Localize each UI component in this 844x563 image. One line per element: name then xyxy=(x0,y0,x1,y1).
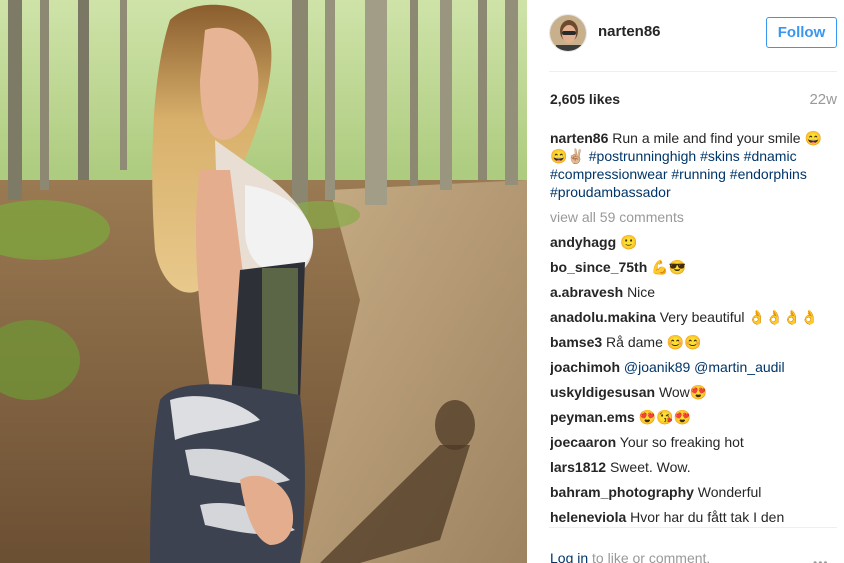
hashtag-link[interactable]: #proudambassador xyxy=(550,184,671,200)
comment-username[interactable]: a.abravesh xyxy=(550,284,623,300)
comment-text: Nice xyxy=(627,284,656,300)
comment-username[interactable]: joecaaron xyxy=(550,434,616,450)
caption-username[interactable]: narten86 xyxy=(550,130,608,146)
comment-item: joachimoh @joanik89 @martin_audil xyxy=(550,358,835,383)
comment-item: anadolu.makina Very beautiful 👌👌👌👌 xyxy=(550,308,835,333)
login-prompt-text: to like or comment. xyxy=(592,550,711,563)
comment-text: 🙂 xyxy=(620,234,638,250)
comment-mention-link[interactable]: @joanik89 xyxy=(624,359,690,375)
comment-item: joecaaron Your so freaking hot xyxy=(550,433,835,458)
post-sidebar: narten86 Follow 2,605 likes 22w narten86… xyxy=(527,0,844,563)
comment-username[interactable]: uskyldigesusan xyxy=(550,384,655,400)
view-all-comments-link[interactable]: view all 59 comments xyxy=(550,209,684,225)
comment-item: bamse3 Rå dame 😊😊 xyxy=(550,333,835,358)
comment-username[interactable]: lars1812 xyxy=(550,459,606,475)
comment-text: Hvor har du fått tak I den xyxy=(630,509,785,525)
comment-username[interactable]: bo_since_75th xyxy=(550,259,647,275)
footer-divider xyxy=(549,527,837,528)
post-header: narten86 Follow xyxy=(549,14,837,52)
comment-item: lars1812 Sweet. Wow. xyxy=(550,458,835,483)
comment-item: uskyldigesusan Wow😍 xyxy=(550,383,835,408)
comment-text: Very beautiful 👌👌👌👌 xyxy=(659,309,819,325)
comment-list[interactable]: andyhagg 🙂 bo_since_75th 💪😎 a.abravesh N… xyxy=(550,233,835,525)
comment-username[interactable]: andyhagg xyxy=(550,234,616,250)
post-photo[interactable] xyxy=(0,0,527,563)
more-options-icon[interactable]: ••• xyxy=(813,556,829,563)
comment-text: Rå dame 😊😊 xyxy=(606,334,702,350)
hashtag-link[interactable]: #compressionwear xyxy=(550,166,668,182)
comment-item: peyman.ems 😍😘😍 xyxy=(550,408,835,433)
comment-text: Wonderful xyxy=(697,484,762,500)
comment-item: andyhagg 🙂 xyxy=(550,233,835,258)
comment-item: heleneviola Hvor har du fått tak I den xyxy=(550,508,835,525)
post-author-username[interactable]: narten86 xyxy=(598,23,661,40)
comment-item: a.abravesh Nice xyxy=(550,283,835,308)
comment-username[interactable]: peyman.ems xyxy=(550,409,635,425)
login-link[interactable]: Log in xyxy=(550,550,588,563)
login-prompt: Log in to like or comment. xyxy=(550,550,710,563)
hashtag-link[interactable]: #dnamic xyxy=(744,148,797,164)
hashtag-link[interactable]: #postrunninghigh xyxy=(589,148,696,164)
hashtag-link[interactable]: #skins xyxy=(700,148,740,164)
comment-username[interactable]: bahram_photography xyxy=(550,484,694,500)
post-caption: narten86 Run a mile and find your smile … xyxy=(550,129,830,201)
comment-text: Wow😍 xyxy=(658,384,708,400)
comment-text: 😍😘😍 xyxy=(638,409,692,425)
comment-text: Your so freaking hot xyxy=(619,434,744,450)
header-divider xyxy=(549,71,837,72)
comment-text: 💪😎 xyxy=(651,259,687,275)
comment-mention-link[interactable]: @martin_audil xyxy=(694,359,784,375)
comment-username[interactable]: heleneviola xyxy=(550,509,626,525)
comment-username[interactable]: joachimoh xyxy=(550,359,620,375)
avatar[interactable] xyxy=(549,14,587,52)
avatar-image xyxy=(550,15,586,51)
comment-text: Sweet. Wow. xyxy=(609,459,691,475)
comment-username[interactable]: anadolu.makina xyxy=(550,309,656,325)
comment-username[interactable]: bamse3 xyxy=(550,334,602,350)
comment-item: bahram_photography Wonderful xyxy=(550,483,835,508)
photo-image xyxy=(0,0,527,563)
post-timestamp[interactable]: 22w xyxy=(809,91,837,108)
follow-button[interactable]: Follow xyxy=(766,17,837,48)
hashtag-link[interactable]: #endorphins xyxy=(730,166,807,182)
comment-item: bo_since_75th 💪😎 xyxy=(550,258,835,283)
hashtag-link[interactable]: #running xyxy=(671,166,726,182)
likes-count[interactable]: 2,605 likes xyxy=(550,91,620,107)
